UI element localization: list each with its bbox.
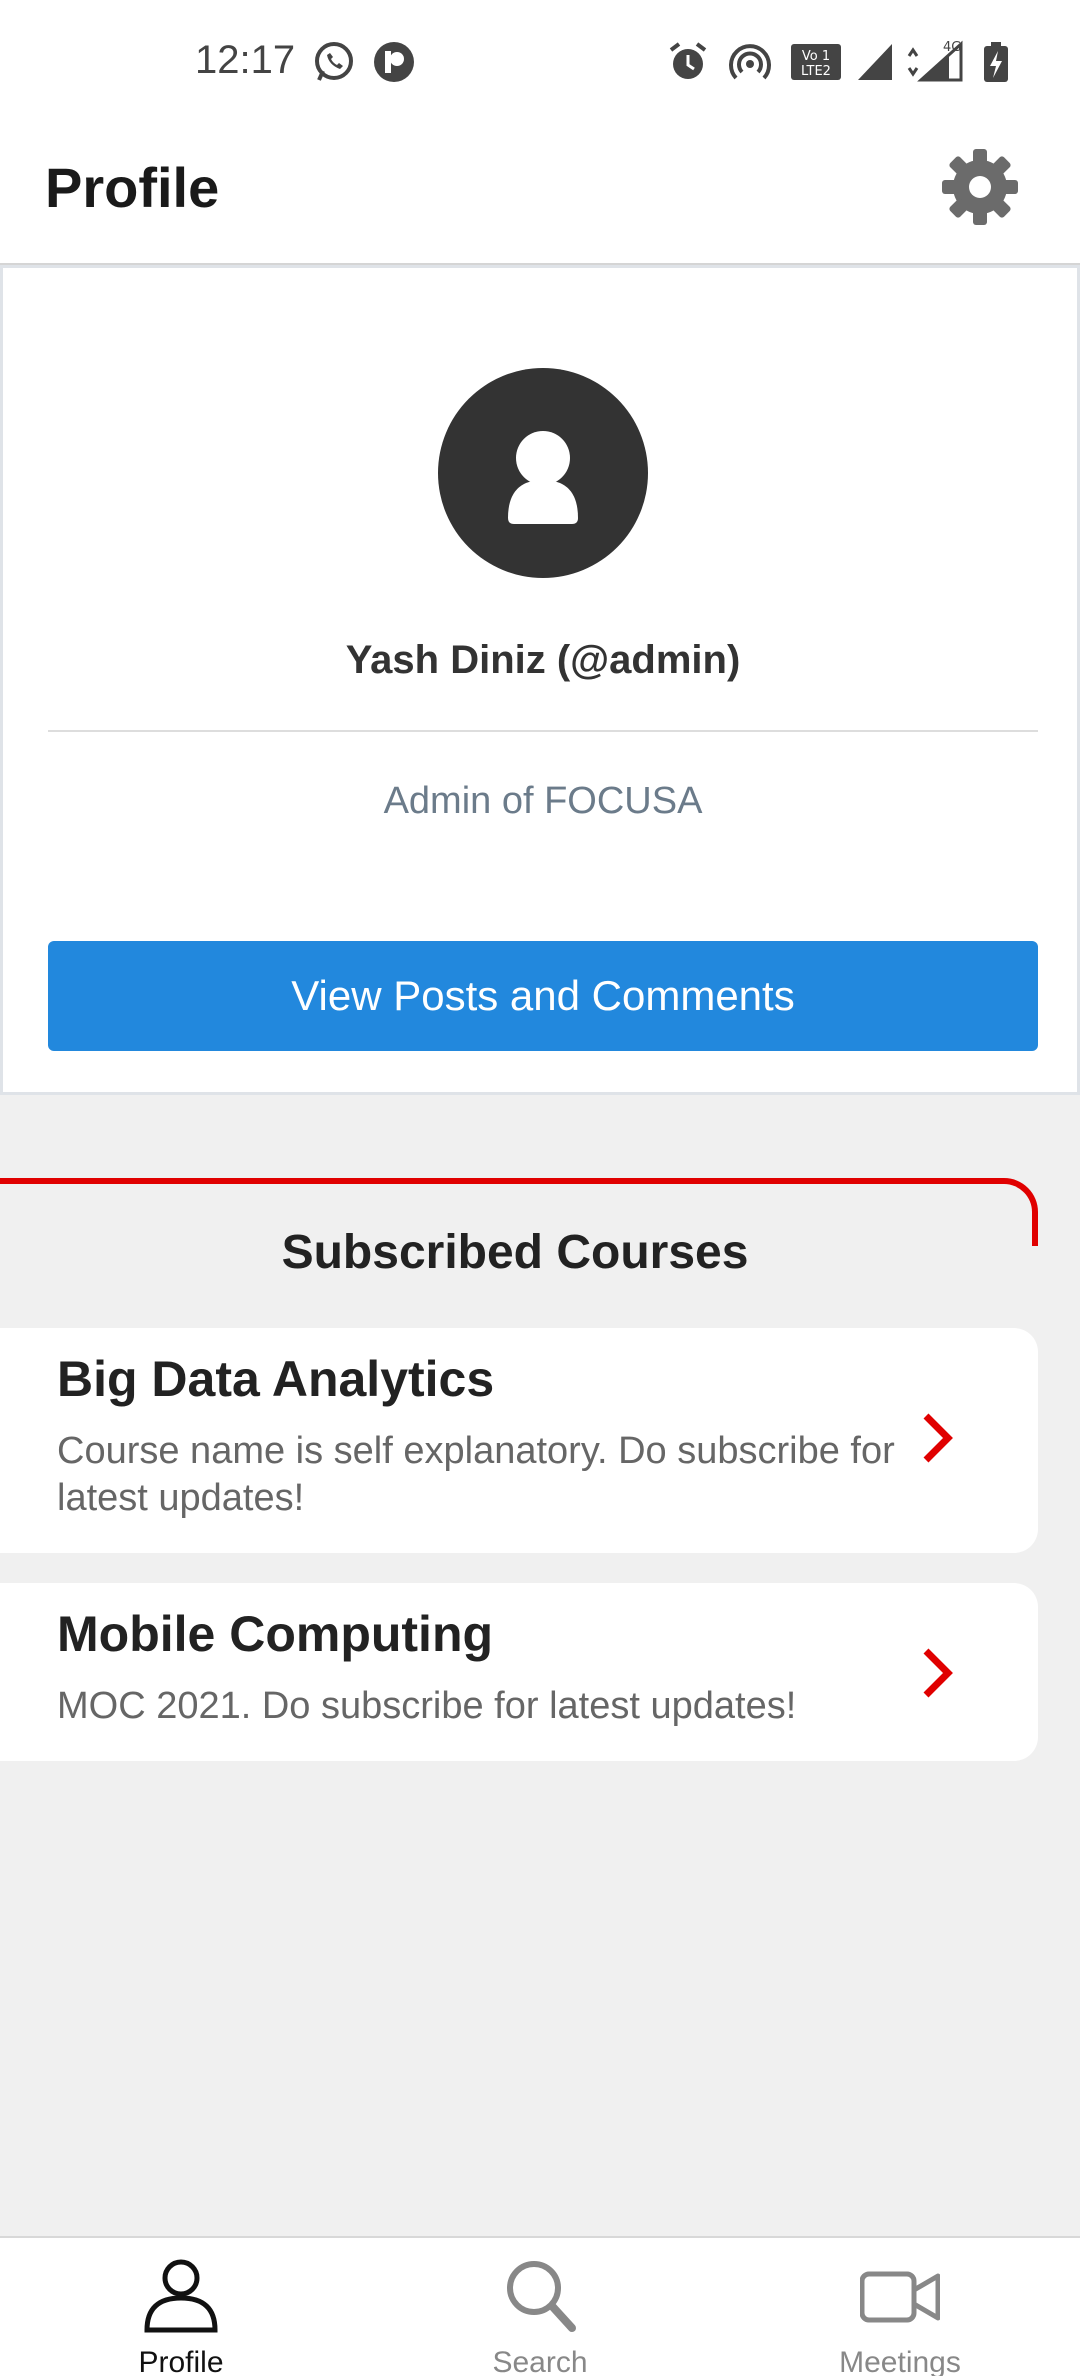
chevron-right-icon — [923, 1413, 953, 1463]
svg-text:LTE2: LTE2 — [801, 64, 831, 79]
view-posts-button[interactable]: View Posts and Comments — [48, 941, 1038, 1051]
app-bar: Profile — [0, 125, 1080, 265]
status-time: 12:17 — [195, 38, 296, 82]
course-description: Course name is self explanatory. Do subs… — [57, 1430, 895, 1519]
course-description: MOC 2021. Do subscribe for latest update… — [57, 1685, 797, 1727]
svg-text:4G: 4G — [943, 40, 961, 55]
profile-divider — [48, 730, 1038, 732]
course-title: Big Data Analytics — [57, 1351, 495, 1407]
battery-charging-icon — [984, 42, 1008, 82]
page-title: Profile — [45, 156, 220, 219]
profile-name: Yash Diniz (@admin) — [345, 638, 741, 682]
chevron-right-icon — [923, 1648, 953, 1698]
nav-label-search: Search — [492, 2346, 588, 2376]
search-icon — [507, 2261, 576, 2332]
volte-icon: Vo 1 LTE2 — [791, 44, 841, 80]
avatar — [438, 368, 648, 578]
alarm-icon — [669, 42, 707, 79]
app-notification-icon — [374, 42, 414, 82]
video-camera-icon — [860, 2271, 940, 2323]
nav-label-profile: Profile — [138, 2346, 224, 2376]
profile-card: Yash Diniz (@admin) Admin of FOCUSA View… — [0, 265, 1080, 1095]
signal-4g-icon: 4G — [907, 40, 963, 82]
bottom-navigation: Profile Search Meetings — [0, 2236, 1080, 2376]
user-icon — [508, 431, 578, 524]
subscribed-courses-title: Subscribed Courses — [281, 1226, 749, 1279]
nav-label-meetings: Meetings — [839, 2346, 961, 2376]
settings-gear-icon[interactable] — [940, 147, 1020, 227]
profile-role: Admin of FOCUSA — [383, 780, 703, 822]
course-card[interactable]: Mobile Computing MOC 2021. Do subscribe … — [0, 1583, 1038, 1761]
screen: 12:17 Vo 1 LTE2 4G Profile Yash Diniz (@… — [0, 0, 1080, 2376]
nav-item-profile[interactable]: Profile — [81, 2238, 281, 2376]
course-title: Mobile Computing — [57, 1606, 494, 1662]
course-card[interactable]: Big Data Analytics Course name is self e… — [0, 1328, 1038, 1553]
signal-icon — [858, 44, 892, 80]
svg-text:Vo 1: Vo 1 — [802, 49, 830, 64]
nav-item-meetings[interactable]: Meetings — [800, 2238, 1000, 2376]
status-bar: 12:17 Vo 1 LTE2 4G — [0, 0, 1080, 125]
whatsapp-icon — [315, 42, 353, 81]
nav-item-search[interactable]: Search — [440, 2238, 640, 2376]
person-icon — [144, 2259, 218, 2333]
hotspot-icon — [729, 44, 771, 80]
